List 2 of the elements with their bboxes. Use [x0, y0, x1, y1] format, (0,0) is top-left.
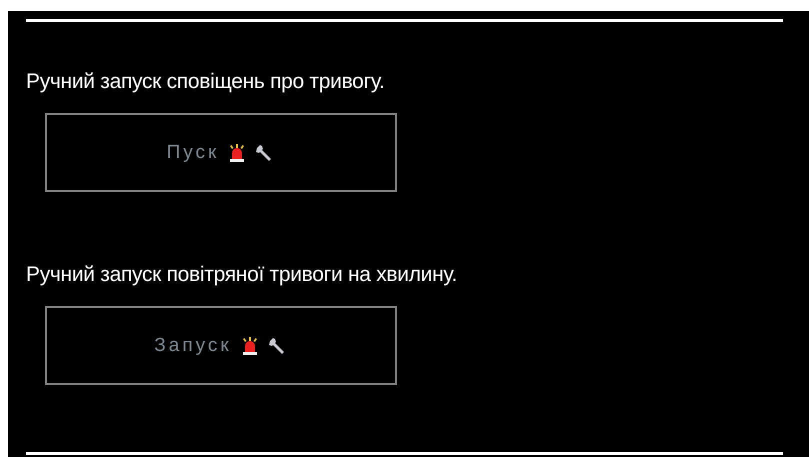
description-text: Ручний запуск сповіщень про тривогу.: [26, 69, 385, 95]
description-text: Ручний запуск повітряної тривоги на хвилину.: [26, 262, 458, 288]
